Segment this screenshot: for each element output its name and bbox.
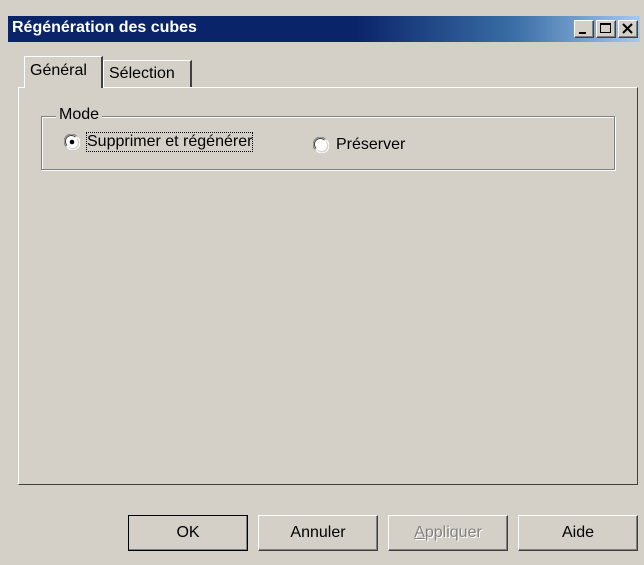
radio-preserver-label: Préserver [336,136,406,153]
minimize-icon [579,32,586,34]
ok-button[interactable]: OK [128,515,248,551]
radio-unselected-icon [313,137,329,153]
close-button[interactable] [618,20,638,38]
tab-general-label: Général [30,62,87,79]
window-title: Régénération des cubes [12,19,197,36]
mode-group-label: Mode [56,106,103,124]
apply-label-rest: ppliquer [424,524,482,541]
radio-selected-icon [64,134,80,150]
apply-button[interactable]: Appliquer [388,515,508,551]
tab-general[interactable]: Général [24,56,103,88]
cancel-button[interactable]: Annuler [258,515,378,551]
close-icon [622,23,633,34]
help-button[interactable]: Aide [518,515,638,551]
maximize-icon [600,23,611,33]
maximize-button[interactable] [596,20,616,38]
dialog-window: Régénération des cubes Général Sélection… [0,0,644,565]
tab-selection[interactable]: Sélection [103,60,192,88]
radio-supprimer-label: Supprimer et régénérer [85,132,254,152]
minimize-button[interactable] [574,20,594,38]
title-bar[interactable]: Régénération des cubes [8,16,640,42]
apply-mnemonic: A [414,524,425,541]
tab-selection-label: Sélection [109,65,175,82]
